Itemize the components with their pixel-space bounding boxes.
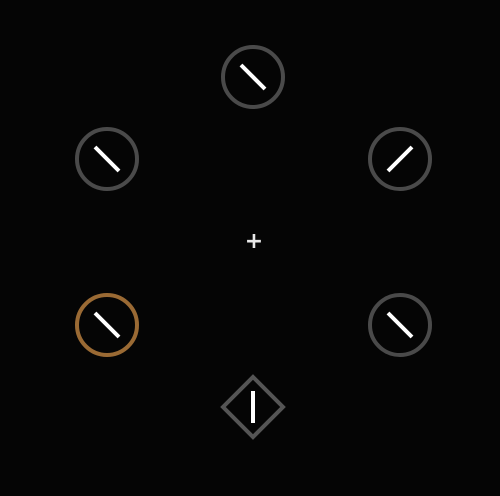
circle-lower-left-item xyxy=(75,293,139,357)
circle-lower-right-item xyxy=(368,293,432,357)
diamond-bottom-item xyxy=(220,374,286,440)
circle-top-item xyxy=(221,45,285,109)
circle-upper-left-item xyxy=(75,127,139,191)
fixation-cross: + xyxy=(244,229,264,254)
circle-upper-right-item xyxy=(368,127,432,191)
line-segment xyxy=(386,311,414,339)
line-segment xyxy=(239,63,267,91)
search-display: + xyxy=(0,0,500,496)
line-segment xyxy=(386,145,414,173)
line-segment xyxy=(93,145,121,173)
line-segment xyxy=(93,311,121,339)
